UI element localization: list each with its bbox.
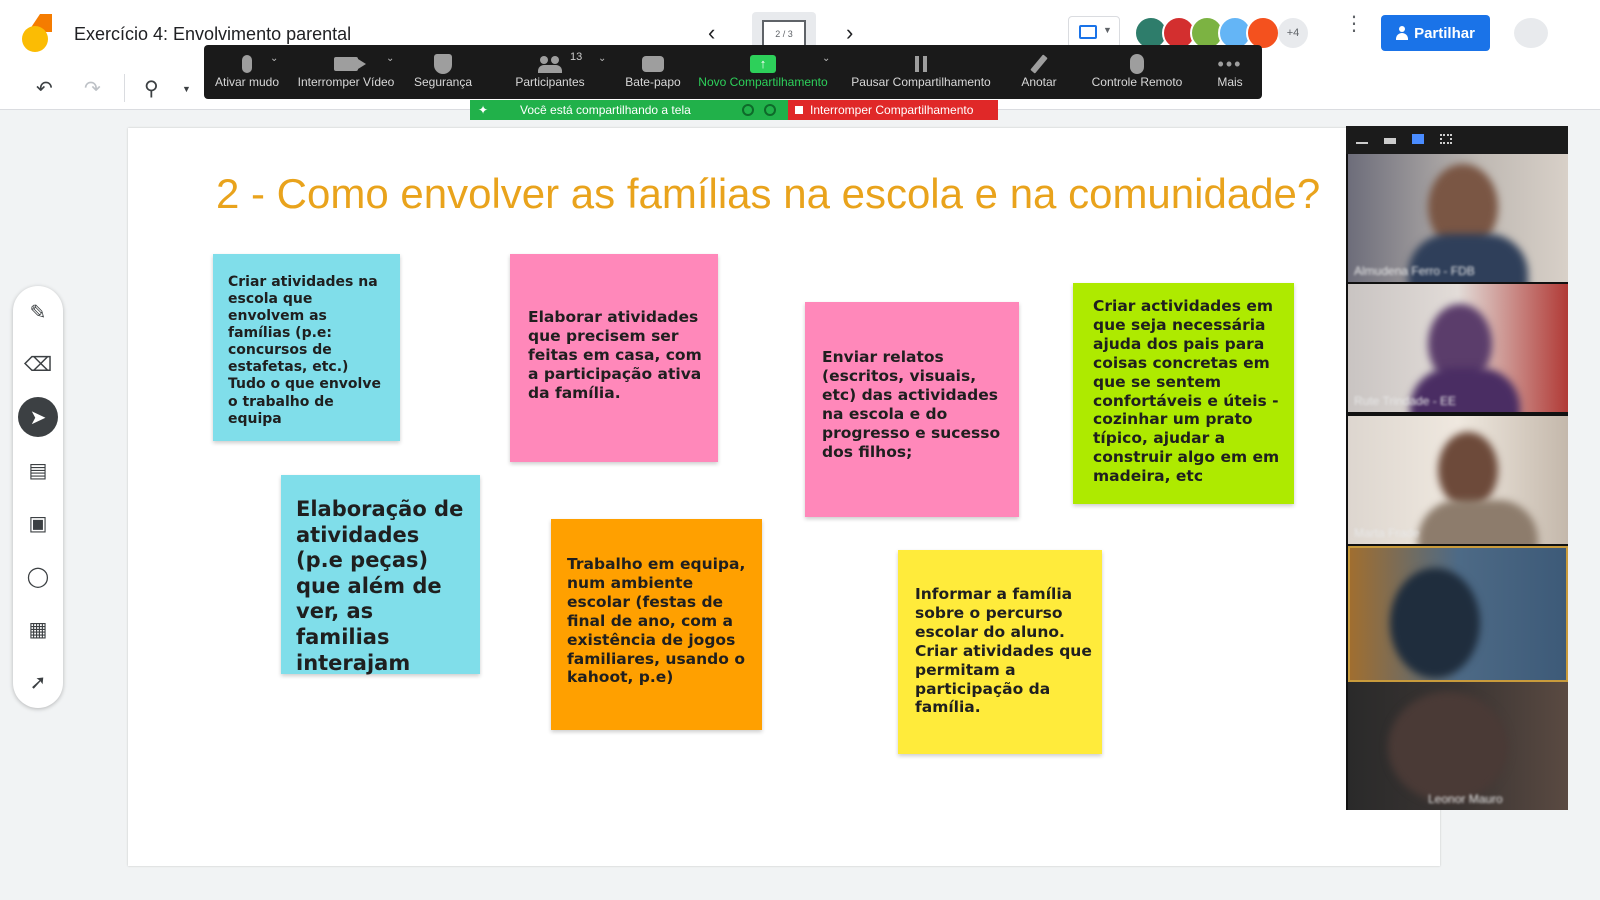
sticky-note[interactable]: Criar atividades na escola que envolvem … <box>213 254 400 441</box>
select-tool-icon[interactable]: ➤ <box>18 397 58 437</box>
security-button[interactable]: Segurança <box>410 45 476 99</box>
chevron-down-icon[interactable]: ⌄ <box>598 53 606 64</box>
participant-name: Marta Frade <box>1354 526 1420 540</box>
toolbar-divider <box>124 74 125 102</box>
participant-name: Rute Trindade - EE <box>1354 394 1457 408</box>
speaker-view-icon[interactable] <box>1412 134 1424 144</box>
share-button[interactable]: Partilhar <box>1381 15 1490 51</box>
frame-indicator: 2 / 3 <box>762 20 806 48</box>
stop-icon <box>795 106 803 114</box>
account-avatar[interactable] <box>1514 18 1548 48</box>
sticky-note-tool-icon[interactable]: ▤ <box>18 450 58 490</box>
chat-button[interactable]: Bate-papo <box>618 45 688 99</box>
share-button-label: Partilhar <box>1414 24 1475 42</box>
sharing-status-text: Você está compartilhando a tela <box>520 103 691 117</box>
sticky-note[interactable]: Trabalho em equipa, num ambiente escolar… <box>551 519 762 730</box>
video-tile[interactable] <box>1348 546 1568 682</box>
next-frame-button[interactable]: › <box>846 20 853 46</box>
document-title[interactable]: Exercício 4: Envolvimento parental <box>74 24 351 45</box>
pencil-icon <box>1030 54 1048 74</box>
more-icon: ••• <box>1217 54 1243 74</box>
more-collaborators-badge[interactable]: +4 <box>1278 18 1308 48</box>
jamboard-logo-icon <box>22 14 52 52</box>
board-heading[interactable]: 2 - Como envolver as famílias na escola … <box>216 170 1320 218</box>
eraser-tool-icon[interactable]: ⌫ <box>18 344 58 384</box>
stop-sharing-button[interactable]: Interromper Compartilhamento <box>788 100 998 120</box>
sticky-note[interactable]: Informar a família sobre o percurso esco… <box>898 550 1102 754</box>
new-share-icon: ↑ <box>750 55 776 73</box>
chevron-down-icon[interactable]: ⌄ <box>270 53 278 64</box>
mouse-icon <box>1130 54 1144 74</box>
info-icon[interactable] <box>742 104 754 116</box>
video-tile[interactable]: Marta Frade <box>1348 416 1568 544</box>
shape-tool-icon[interactable]: ◯ <box>18 556 58 596</box>
minimize-icon[interactable] <box>1356 142 1368 144</box>
video-camera-icon <box>334 57 366 71</box>
zoom-meeting-toolbar: Ativar mudo ⌄ Interromper Vídeo ⌄ Segura… <box>204 45 1262 99</box>
annotate-button[interactable]: Anotar <box>1012 45 1066 99</box>
image-tool-icon[interactable]: ▣ <box>18 503 58 543</box>
shield-icon <box>434 54 452 74</box>
pause-share-button[interactable]: Pausar Compartilhamento <box>844 45 998 99</box>
more-button[interactable]: ••• Mais <box>1210 45 1250 99</box>
redo-icon[interactable]: ↷ <box>84 76 101 101</box>
video-tile[interactable]: Almudena Ferro - FDB <box>1348 154 1568 282</box>
pause-icon <box>913 56 929 72</box>
participants-count: 13 <box>570 51 583 63</box>
pin-icon[interactable]: ✦ <box>478 100 488 120</box>
sticky-note[interactable]: Elaborar atividades que precisem ser fei… <box>510 254 718 462</box>
participants-button[interactable]: Participantes 13 <box>506 45 594 99</box>
video-tile[interactable]: Leonor Mauro <box>1348 682 1568 810</box>
chevron-down-icon[interactable]: ⌄ <box>822 53 830 64</box>
person-icon <box>1396 26 1409 40</box>
hide-video-icon[interactable] <box>1384 138 1396 144</box>
zoom-dropdown-icon[interactable]: ▼ <box>182 84 191 94</box>
video-tile[interactable]: Rute Trindade - EE <box>1348 284 1568 412</box>
new-share-button[interactable]: ↑ Novo Compartilhamento <box>692 45 834 99</box>
stop-video-button[interactable]: Interromper Vídeo <box>292 45 400 99</box>
sharing-status-bar: ✦ Você está compartilhando a tela <box>470 100 790 120</box>
tool-rail: ✎ ⌫ ➤ ▤ ▣ ◯ ▦ ➚ <box>13 286 63 708</box>
text-box-tool-icon[interactable]: ▦ <box>18 609 58 649</box>
chevron-down-icon[interactable]: ⌄ <box>386 53 394 64</box>
previous-frame-button[interactable]: ‹ <box>708 20 715 46</box>
zoom-icon[interactable]: ⚲ <box>144 76 159 101</box>
sticky-note[interactable]: Enviar relatos (escritos, visuais, etc) … <box>805 302 1019 517</box>
microphone-icon <box>242 55 252 73</box>
laser-tool-icon[interactable]: ➚ <box>18 662 58 702</box>
participant-name: Leonor Mauro <box>1428 792 1503 806</box>
sticky-note[interactable]: Elaboração de atividades (p.e peças) que… <box>281 475 480 675</box>
present-button[interactable]: ▼ <box>1068 16 1120 48</box>
chat-icon <box>642 56 664 72</box>
chevron-down-icon: ▼ <box>1103 25 1112 35</box>
participant-name: Almudena Ferro - FDB <box>1354 264 1475 278</box>
participants-icon <box>538 56 562 73</box>
sticky-note[interactable]: Criar actividades em que seja necessária… <box>1073 283 1294 504</box>
video-gallery-panel: Almudena Ferro - FDB Rute Trindade - EE … <box>1346 126 1568 810</box>
remote-control-button[interactable]: Controle Remoto <box>1086 45 1188 99</box>
video-panel-header <box>1346 126 1568 154</box>
undo-icon[interactable]: ↶ <box>36 76 53 101</box>
present-icon <box>1079 25 1097 39</box>
security-status-icon[interactable] <box>764 104 776 116</box>
more-options-icon[interactable]: ⋮ <box>1344 14 1364 34</box>
pen-tool-icon[interactable]: ✎ <box>18 292 58 332</box>
gallery-view-icon[interactable] <box>1440 134 1452 144</box>
